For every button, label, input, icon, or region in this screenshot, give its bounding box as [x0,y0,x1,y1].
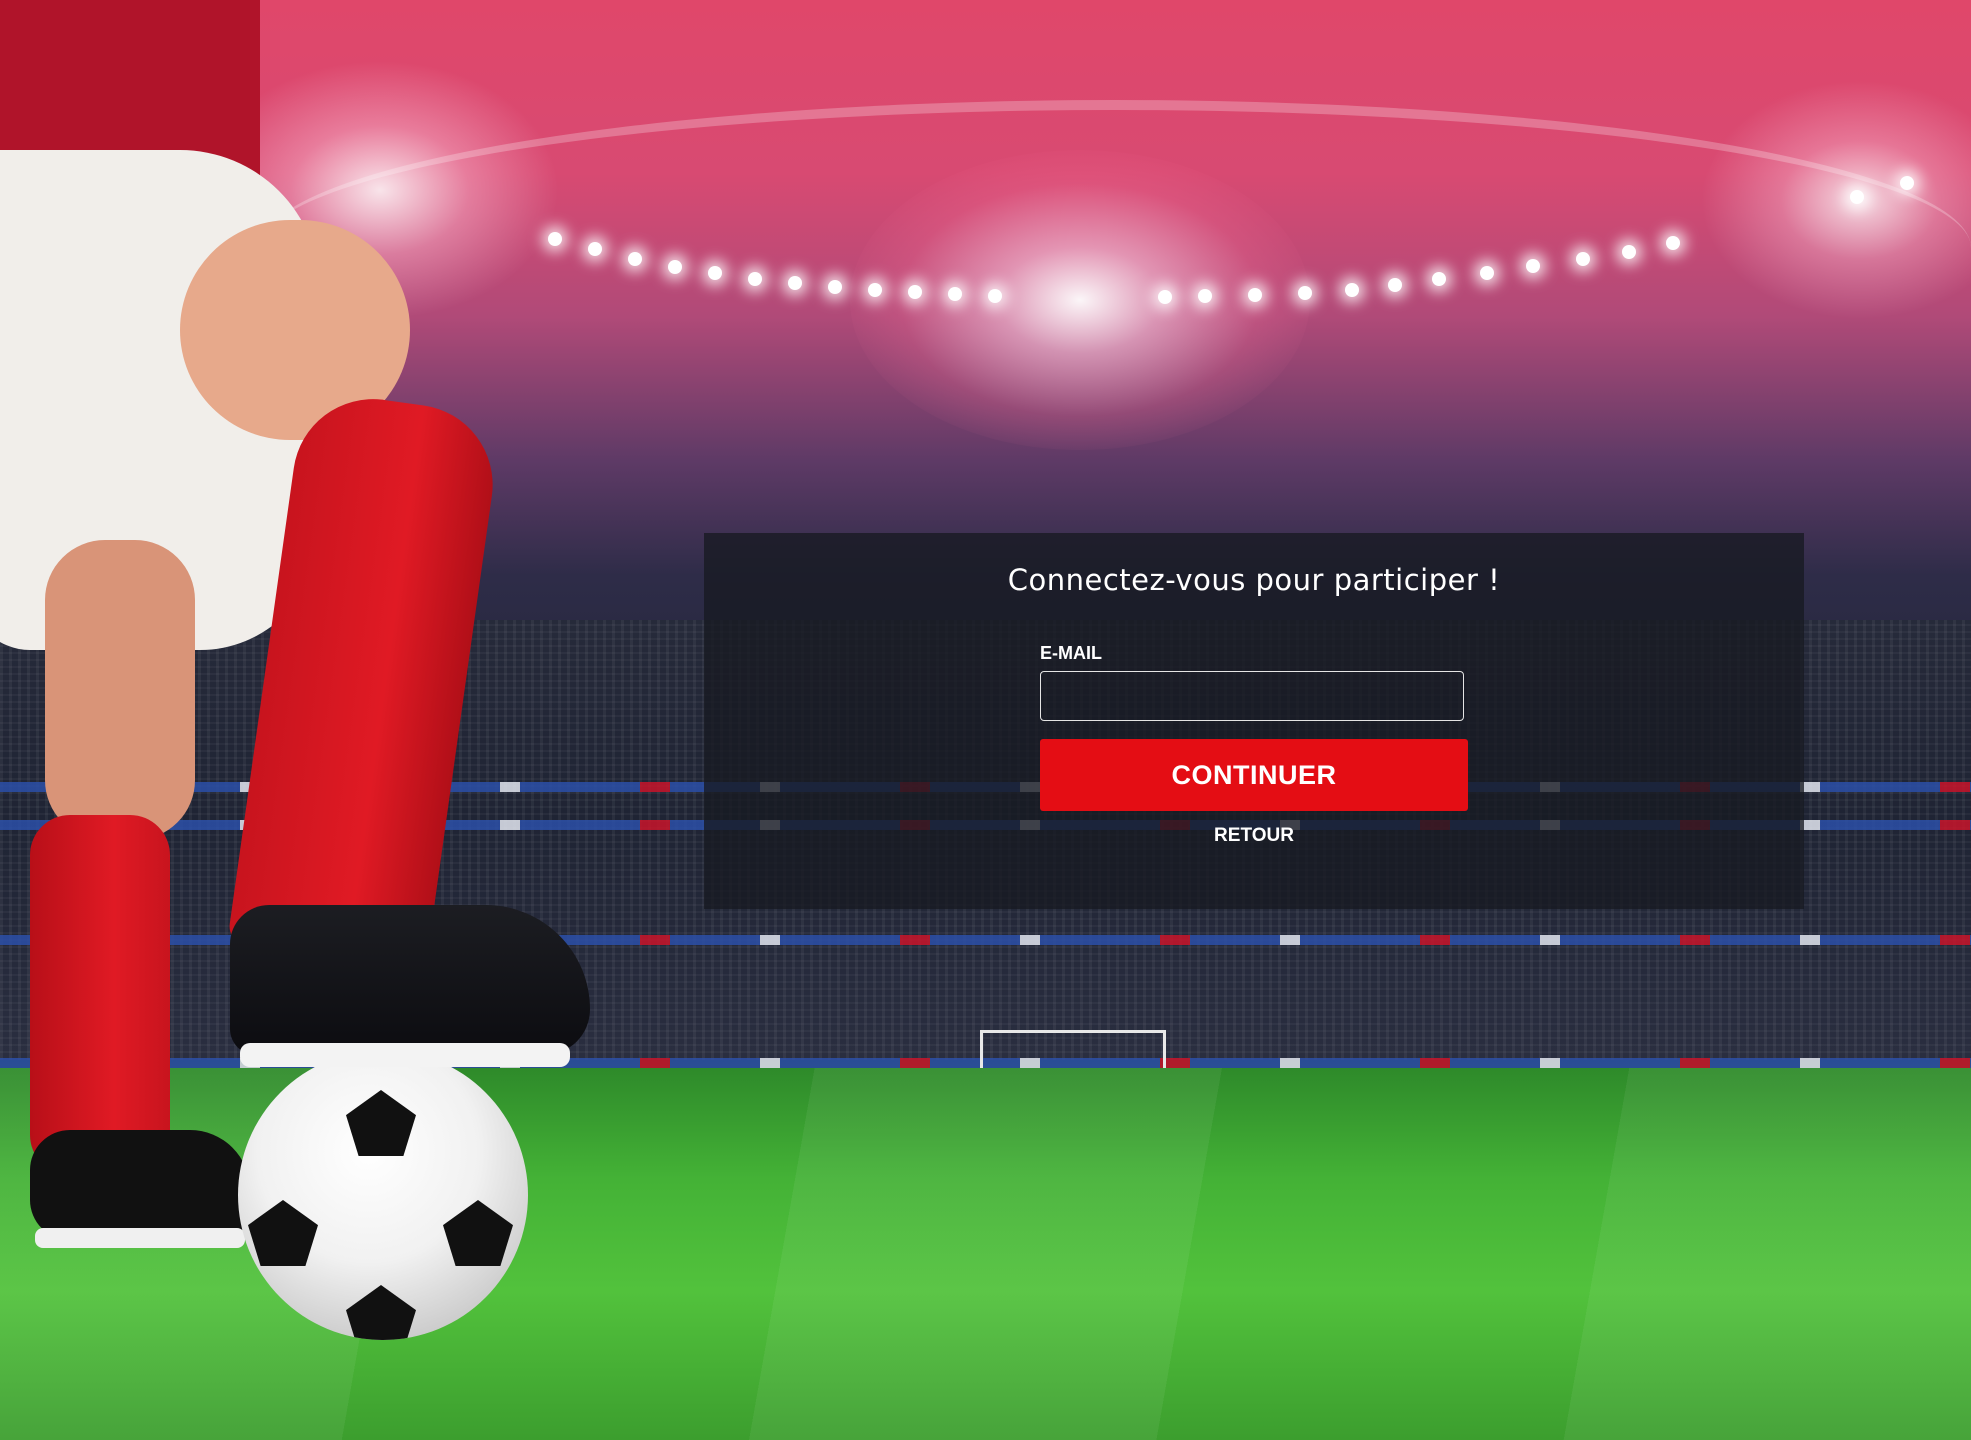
ball-patch [346,1285,416,1340]
floodlight [1666,236,1680,250]
floodlight [1388,278,1402,292]
floodlight [668,260,682,274]
floodlight [868,283,882,297]
floodlight [748,272,762,286]
floodlight [708,266,722,280]
floodlight [908,285,922,299]
floodlight [1345,283,1359,297]
player-leg [45,540,195,840]
stadium-background-image: Connectez-vous pour participer ! E-MAIL … [0,0,1971,1440]
floodlight [1298,286,1312,300]
floodlight [1248,288,1262,302]
ball-patch [443,1200,513,1266]
stadium-roof [260,100,1971,470]
football-ball [238,1050,528,1340]
floodlight [1198,289,1212,303]
floodlight [828,280,842,294]
player-boot [230,905,590,1067]
floodlight [548,232,562,246]
floodlight [948,287,962,301]
floodlight [628,252,642,266]
floodlight [1526,259,1540,273]
floodlight [1850,190,1864,204]
floodlight [1158,290,1172,304]
player-boot [30,1130,250,1248]
floodlight [588,242,602,256]
login-title: Connectez-vous pour participer ! [1007,563,1501,597]
floodlight [1480,266,1494,280]
ball-patch [346,1090,416,1156]
continue-button[interactable]: CONTINUER [1040,739,1468,811]
floodlight [988,289,1002,303]
goal-net [980,1030,1166,1073]
floodlight [1576,252,1590,266]
login-panel: Connectez-vous pour participer ! E-MAIL … [704,533,1804,909]
floodlight [1900,176,1914,190]
email-label: E-MAIL [1040,643,1102,663]
email-field[interactable] [1040,671,1464,721]
floodlight [788,276,802,290]
back-link[interactable]: RETOUR [704,825,1804,847]
player-sock [30,815,170,1175]
ball-patch [248,1200,318,1266]
floodlight [1622,245,1636,259]
floodlight [1432,272,1446,286]
